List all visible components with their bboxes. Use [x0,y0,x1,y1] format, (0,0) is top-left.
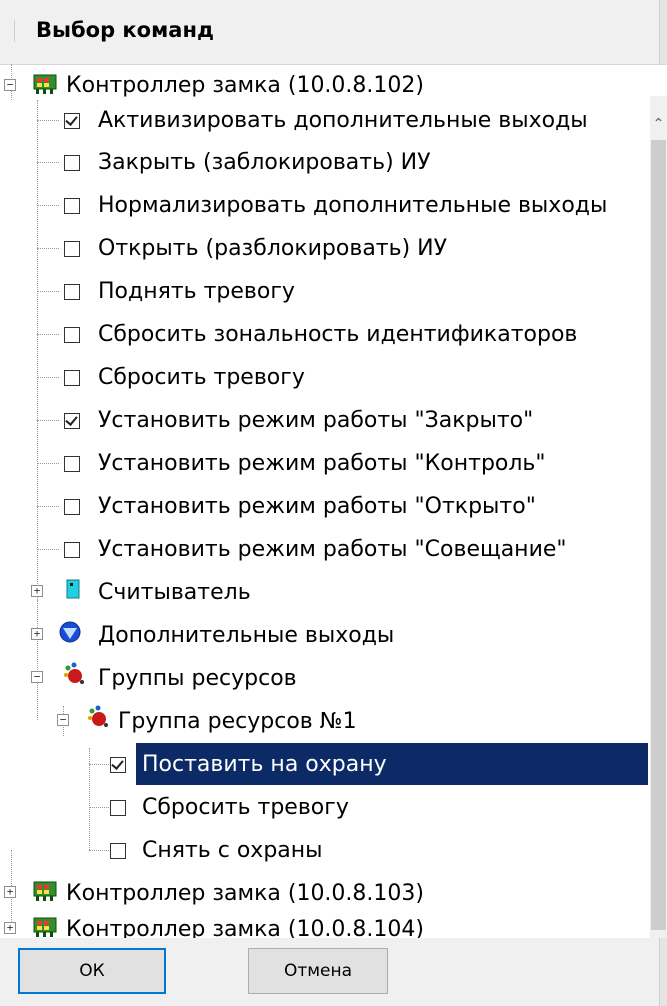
checkbox-disarm[interactable] [110,843,126,859]
expand-toggle[interactable]: + [4,922,16,934]
controller-icon [33,880,59,906]
tree-line [37,600,38,720]
ok-button[interactable]: ОК [18,948,166,994]
tree-item-label: Установить режим работы "Совещание" [98,536,567,562]
dialog-footer: ОК Отмена [0,938,667,1006]
tree-branch [37,549,59,550]
tree-item-label: Поднять тревогу [98,278,295,304]
reader-icon [66,579,80,603]
tree-item-reset-alarm[interactable]: Сбросить тревогу [98,356,305,398]
tree-item-resource-groups[interactable]: Группы ресурсов [98,657,297,699]
tree-item-reset-zones[interactable]: Сбросить зональность идентификаторов [98,313,577,355]
tree-branch [37,463,59,464]
collapse-toggle[interactable]: − [31,671,43,683]
tree-item-lock-device[interactable]: Закрыть (заблокировать) ИУ [98,141,431,183]
tree-item-label: Снять с охраны [142,837,323,863]
tree-item-unlock-device[interactable]: Открыть (разблокировать) ИУ [98,227,447,269]
tree-item-label: Контроллер замка (10.0.8.104) [66,916,424,939]
tree-branch [37,506,59,507]
checkbox-mode-meeting[interactable] [64,542,80,558]
tree-item-reader[interactable]: Считыватель [98,571,251,613]
tree-branch [37,420,59,421]
expand-toggle[interactable]: + [31,628,43,640]
tree-item-label: Активизировать дополнительные выходы [98,107,588,133]
collapse-toggle[interactable]: − [57,714,69,726]
checkbox-raise-alarm[interactable] [64,284,80,300]
tree-item-additional-outputs[interactable]: Дополнительные выходы [98,614,394,656]
tree-item-label: Установить режим работы "Закрыто" [98,407,534,433]
tree-line [37,100,38,600]
checkbox-mode-control[interactable] [64,456,80,472]
checkbox-unlock-device[interactable] [64,241,80,257]
checkbox-arm[interactable] [110,757,126,773]
tree-item-label: Поставить на охрану [142,751,387,777]
scrollbar-thumb[interactable] [651,140,666,930]
tree-item-normalize-outputs[interactable]: Нормализировать дополнительные выходы [98,184,607,226]
controller-icon [33,916,59,938]
tree-item-mode-open[interactable]: Установить режим работы "Открыто" [98,485,536,527]
tree-item-label: Сбросить тревогу [98,364,305,390]
resource-groups-icon [62,662,86,690]
expand-toggle[interactable]: + [31,585,43,597]
tree-item-mode-closed[interactable]: Установить режим работы "Закрыто" [98,399,533,441]
checkbox-normalize-outputs[interactable] [64,198,80,214]
expand-toggle[interactable]: + [4,886,16,898]
tree-item-raise-alarm[interactable]: Поднять тревогу [98,270,295,312]
tree-item-label: Установить режим работы "Контроль" [98,450,546,476]
tree-item-activate-outputs[interactable]: Активизировать дополнительные выходы [98,99,588,141]
dialog-header: Выбор команд [0,0,667,65]
tree-branch [37,120,59,121]
checkbox-reset-zones[interactable] [64,327,80,343]
tree-branch [89,807,109,808]
tree-item-label: Открыть (разблокировать) ИУ [98,235,448,261]
tree-branch [37,291,59,292]
collapse-toggle[interactable]: − [4,79,16,91]
tree-branch [37,162,59,163]
tree-item-label: Закрыть (заблокировать) ИУ [98,149,431,175]
tree-branch [37,248,59,249]
footer-edge [659,938,667,1006]
tree-item-label: Дополнительные выходы [98,622,395,648]
checkbox-lock-device[interactable] [64,155,80,171]
checkbox-activate-outputs[interactable] [64,113,80,129]
tree-item-resource-group-1[interactable]: Группа ресурсов №1 [118,700,357,742]
controller-icon [33,73,59,99]
header-separator [14,20,15,42]
scroll-up-icon[interactable]: ⌃ [650,114,667,134]
command-tree[interactable]: − Контроллер замка (10.0.8.102) Активизи… [0,64,667,938]
tree-item-label: Сбросить зональность идентификаторов [98,321,578,347]
tree-branch [37,205,59,206]
checkbox-mode-open[interactable] [64,499,80,515]
dialog-title: Выбор команд [36,18,214,42]
tree-branch [37,377,59,378]
tree-item-label: Установить режим работы "Открыто" [98,493,536,519]
vertical-scrollbar[interactable]: ⌃ [650,96,667,938]
tree-item-mode-control[interactable]: Установить режим работы "Контроль" [98,442,546,484]
tree-item-label: Группы ресурсов [98,665,297,691]
resource-group-icon [86,705,110,733]
tree-branch [89,764,109,765]
checkbox-group-reset-alarm[interactable] [110,800,126,816]
tree-item-label: Группа ресурсов №1 [118,708,357,734]
cancel-button[interactable]: Отмена [248,948,388,994]
tree-item-disarm[interactable]: Снять с охраны [142,829,323,871]
tree-branch [89,850,109,851]
tree-item-controller-104[interactable]: Контроллер замка (10.0.8.104) [66,908,424,939]
tree-item-mode-meeting[interactable]: Установить режим работы "Совещание" [98,528,567,570]
checkbox-reset-alarm[interactable] [64,370,80,386]
tree-item-arm[interactable]: Поставить на охрану [142,743,387,785]
tree-branch [37,334,59,335]
outputs-icon [58,621,82,647]
tree-item-group-reset-alarm[interactable]: Сбросить тревогу [142,786,349,828]
header-edge [659,0,667,64]
tree-item-label: Сбросить тревогу [142,794,349,820]
checkbox-mode-closed[interactable] [64,413,80,429]
tree-item-label: Считыватель [98,579,251,605]
tree-item-label: Нормализировать дополнительные выходы [98,192,608,218]
